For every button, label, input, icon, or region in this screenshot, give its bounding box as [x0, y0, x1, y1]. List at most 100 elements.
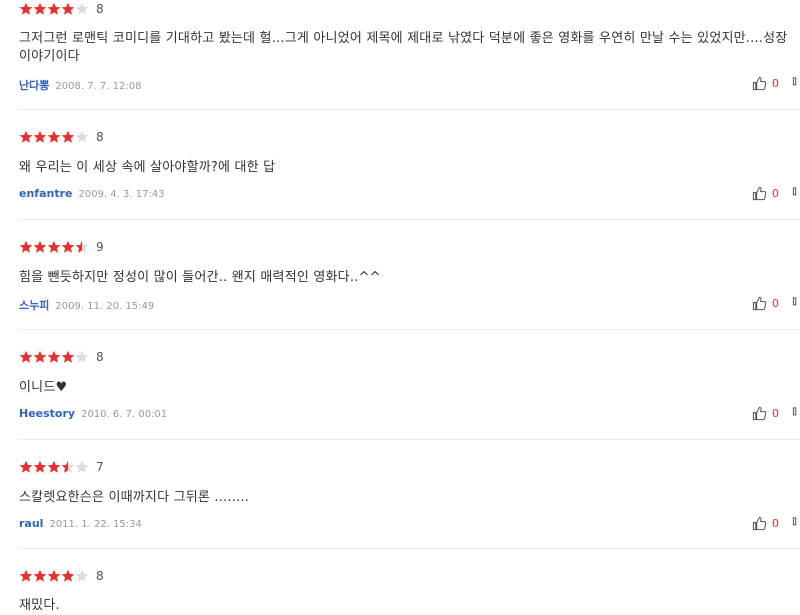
star-icon [33, 2, 47, 16]
star-rating [19, 350, 89, 364]
review-meta: enfantre 2009. 4. 3. 17:43 [19, 187, 165, 203]
like-count: 0 [772, 76, 779, 90]
review-actions: 0 [752, 514, 800, 532]
divider [18, 219, 800, 220]
star-rating [19, 460, 89, 474]
review-actions: 0 [752, 74, 800, 92]
star-icon [75, 240, 89, 254]
star-icon [33, 130, 47, 144]
dislike-button[interactable] [792, 406, 800, 421]
review-date: 2008. 7. 7. 12:08 [55, 81, 142, 92]
dislike-button[interactable] [792, 516, 800, 531]
review-date: 2009. 4. 3. 17:43 [78, 189, 165, 200]
review-text: 왜 우리는 이 세상 속에 살아야할까?에 대한 답 [19, 160, 276, 175]
thumbs-down-icon [792, 296, 800, 311]
rating-score: 9 [96, 240, 104, 254]
star-icon [33, 240, 47, 254]
rating-score: 8 [96, 350, 104, 364]
like-button[interactable]: 0 [752, 76, 779, 91]
star-icon [61, 569, 75, 583]
review-text: 이니드♥ [19, 380, 68, 395]
thumbs-up-icon [752, 76, 767, 91]
review-text: 그저그런 로맨틱 코미디를 기대하고 봤는데 헐...그게 아니었어 제목에 제… [19, 31, 788, 64]
star-icon [75, 130, 89, 144]
dislike-button[interactable] [792, 296, 800, 311]
star-icon [19, 2, 33, 16]
star-rating [19, 2, 89, 16]
star-icon [61, 2, 75, 16]
divider [18, 109, 800, 110]
review-actions: 0 [752, 184, 800, 202]
review-date: 2011. 1. 22. 15:34 [49, 519, 142, 530]
star-icon [47, 460, 61, 474]
divider [18, 439, 800, 440]
like-count: 0 [772, 296, 779, 310]
review-text: 재밌다. [19, 598, 60, 613]
like-count: 0 [772, 516, 779, 530]
rating-score: 8 [96, 130, 104, 144]
star-icon [33, 350, 47, 364]
rating: 8 [19, 129, 104, 145]
star-icon [19, 460, 33, 474]
star-icon [47, 240, 61, 254]
thumbs-down-icon [792, 186, 800, 201]
star-icon [61, 350, 75, 364]
star-rating [19, 130, 89, 144]
star-icon [47, 569, 61, 583]
rating-score: 8 [96, 2, 104, 16]
star-icon [75, 569, 89, 583]
review-meta: 스누피 2009. 11. 20. 15:49 [19, 297, 154, 313]
star-icon [47, 130, 61, 144]
star-icon [19, 569, 33, 583]
thumbs-down-icon [792, 406, 800, 421]
star-icon [61, 460, 75, 474]
star-icon [61, 240, 75, 254]
author-link[interactable]: 난다뽕 [19, 77, 49, 93]
divider [18, 548, 800, 549]
star-icon [19, 130, 33, 144]
thumbs-up-icon [752, 186, 767, 201]
rating: 8 [19, 349, 104, 365]
star-icon [47, 350, 61, 364]
review-meta: 난다뽕 2008. 7. 7. 12:08 [19, 77, 141, 93]
thumbs-down-icon [792, 76, 800, 91]
review-actions: 0 [752, 294, 800, 312]
star-icon [61, 130, 75, 144]
star-icon [75, 2, 89, 16]
like-button[interactable]: 0 [752, 406, 779, 421]
rating: 8 [19, 568, 104, 584]
author-link[interactable]: raul [19, 517, 43, 530]
author-link[interactable]: Heestory [19, 407, 75, 420]
star-icon [19, 240, 33, 254]
star-rating [19, 569, 89, 583]
review-actions: 0 [752, 404, 800, 422]
like-button[interactable]: 0 [752, 296, 779, 311]
like-count: 0 [772, 186, 779, 200]
author-link[interactable]: enfantre [19, 187, 72, 200]
star-icon [75, 460, 89, 474]
dislike-button[interactable] [792, 76, 800, 91]
thumbs-up-icon [752, 406, 767, 421]
like-button[interactable]: 0 [752, 516, 779, 531]
dislike-button[interactable] [792, 186, 800, 201]
rating-score: 8 [96, 569, 104, 583]
review-date: 2009. 11. 20. 15:49 [55, 301, 155, 312]
author-link[interactable]: 스누피 [19, 297, 49, 313]
thumbs-down-icon [792, 516, 800, 531]
review-date: 2010. 6. 7. 00:01 [81, 409, 168, 420]
star-icon [33, 460, 47, 474]
like-count: 0 [772, 406, 779, 420]
rating-score: 7 [96, 460, 104, 474]
review-meta: Heestory 2010. 6. 7. 00:01 [19, 407, 167, 423]
review-text: 힘을 뺀듯하지만 정성이 많이 들어간.. 왠지 매력적인 영화다..^^ [19, 270, 381, 285]
star-icon [33, 569, 47, 583]
rating: 8 [19, 1, 104, 17]
star-icon [47, 2, 61, 16]
review-text: 스칼렛요한슨은 이때까지다 그뒤론 ........ [19, 490, 250, 505]
star-icon [19, 350, 33, 364]
thumbs-up-icon [752, 296, 767, 311]
like-button[interactable]: 0 [752, 186, 779, 201]
rating: 7 [19, 459, 104, 475]
review-meta: raul 2011. 1. 22. 15:34 [19, 517, 142, 533]
divider [18, 329, 800, 330]
